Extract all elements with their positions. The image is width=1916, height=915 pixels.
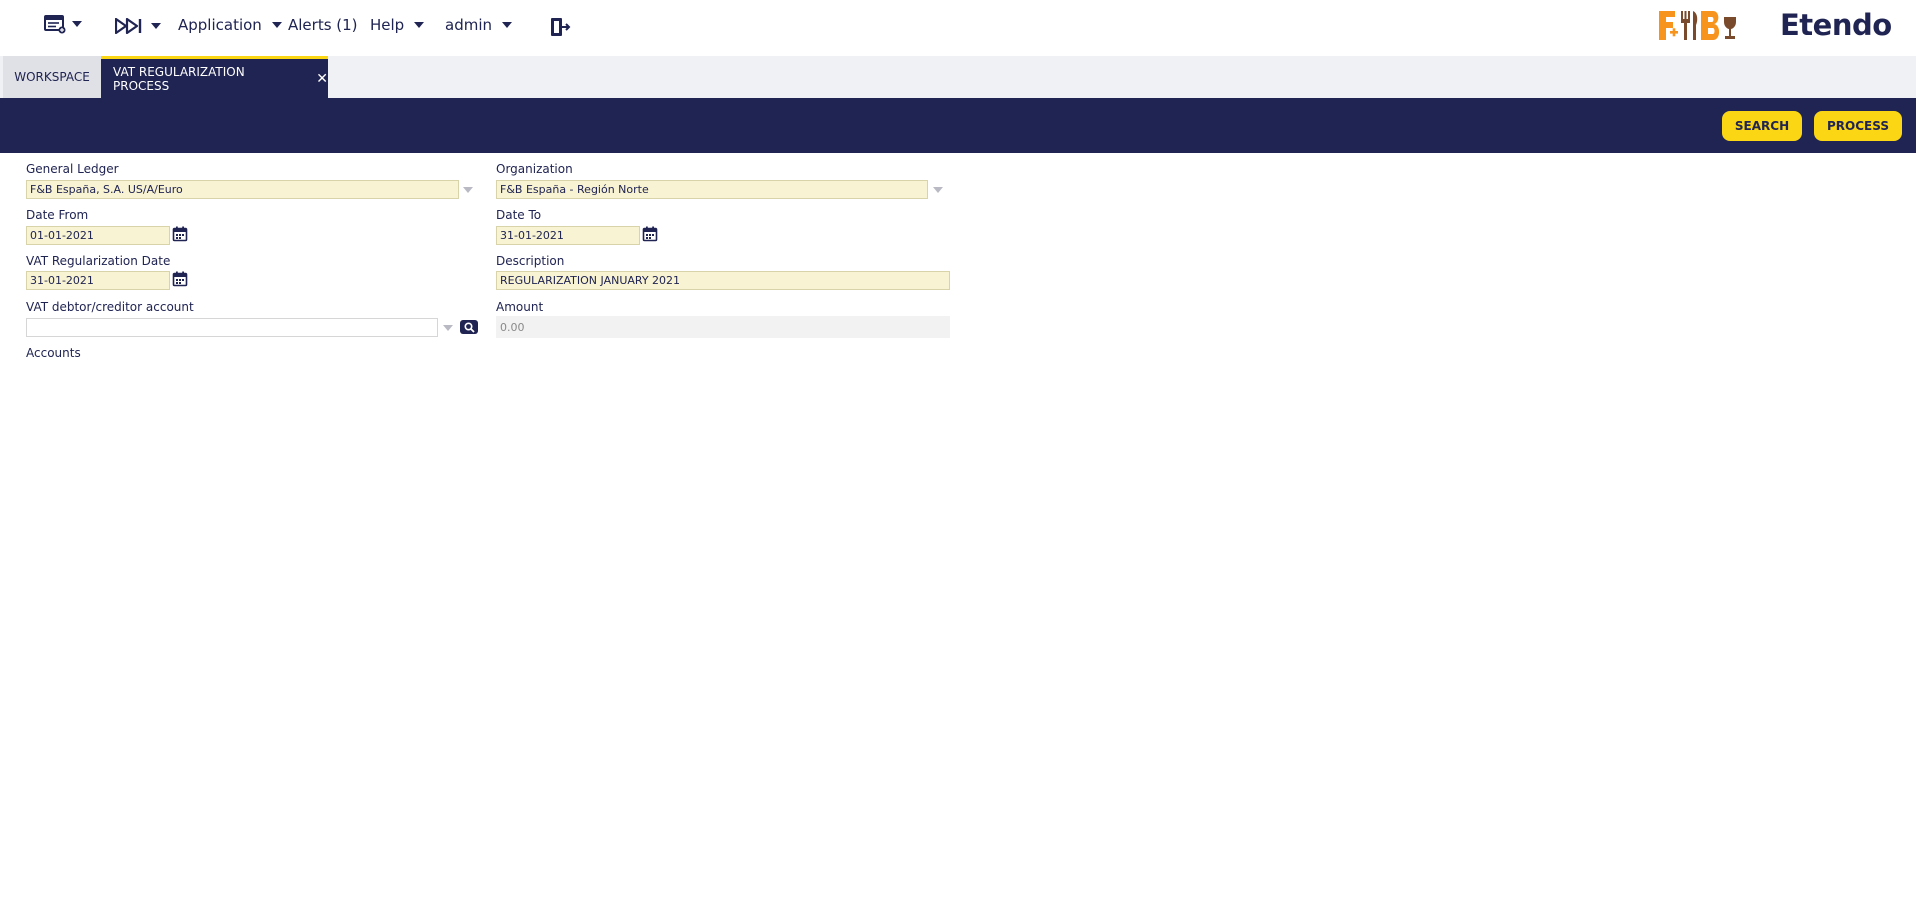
tab-vat-regularization-process[interactable]: VAT REGULARIZATION PROCESS ✕ [101, 56, 328, 98]
chevron-down-icon [271, 22, 282, 28]
date-to-input[interactable]: 31-01-2021 [496, 226, 640, 245]
vat-regularization-date-input[interactable]: 31-01-2021 [26, 271, 170, 290]
calendar-icon[interactable] [172, 226, 188, 242]
process-button[interactable]: PROCESS [1814, 111, 1902, 141]
tab-workspace-label: WORKSPACE [14, 70, 90, 84]
logout-button[interactable] [549, 16, 571, 38]
alerts-label: Alerts (1) [288, 16, 358, 34]
description-label: Description [496, 254, 565, 268]
date-from-label: Date From [26, 208, 89, 222]
amount-label: Amount [496, 300, 544, 314]
description-input[interactable]: REGULARIZATION JANUARY 2021 [496, 271, 950, 290]
chevron-down-icon [72, 21, 82, 27]
recent-views-menu[interactable] [115, 18, 161, 34]
organization-select[interactable]: F&B España - Región Norte [496, 180, 928, 199]
chevron-down-icon[interactable] [463, 187, 473, 193]
help-menu[interactable]: Help [370, 16, 425, 34]
fb-logo [1657, 6, 1741, 44]
chevron-down-icon [151, 23, 161, 29]
calendar-icon[interactable] [642, 226, 658, 242]
vat-account-input[interactable] [26, 318, 438, 337]
chevron-down-icon [502, 22, 512, 28]
quick-launch-menu[interactable] [44, 14, 82, 34]
accounts-label: Accounts [26, 346, 81, 360]
close-icon[interactable]: ✕ [316, 71, 328, 87]
chevron-down-icon[interactable] [933, 187, 943, 193]
logout-icon [551, 18, 571, 36]
general-ledger-select[interactable]: F&B España, S.A. US/A/Euro [26, 180, 459, 199]
search-button[interactable]: SEARCH [1722, 111, 1802, 141]
fb-logo-icon [1659, 11, 1736, 40]
tab-workspace[interactable]: WORKSPACE [3, 56, 101, 98]
account-search-button[interactable] [460, 320, 478, 334]
amount-readonly-field: 0.00 [496, 316, 950, 338]
alerts-link[interactable]: Alerts (1) [288, 16, 358, 34]
vat-account-label: VAT debtor/creditor account [26, 300, 194, 314]
date-to-label: Date To [496, 208, 542, 222]
organization-label: Organization [496, 162, 573, 176]
search-icon [463, 321, 475, 333]
process-toolbar: SEARCH PROCESS [0, 98, 1916, 153]
chevron-down-icon[interactable] [443, 325, 453, 331]
general-ledger-label: General Ledger [26, 162, 119, 176]
application-menu-label: Application [178, 16, 262, 34]
calendar-icon[interactable] [172, 271, 188, 287]
user-menu[interactable]: admin [445, 16, 512, 34]
vat-regularization-date-label: VAT Regularization Date [26, 254, 171, 268]
help-menu-label: Help [370, 16, 405, 34]
user-menu-label: admin [445, 16, 492, 34]
date-from-input[interactable]: 01-01-2021 [26, 226, 170, 245]
tab-active-label: VAT REGULARIZATION PROCESS [113, 64, 245, 93]
top-navigation-bar: Application Alerts (1) Help admin Etendo [0, 0, 1916, 56]
application-menu[interactable]: Application [178, 16, 282, 34]
fast-forward-icon [115, 18, 142, 34]
create-new-icon [44, 15, 66, 34]
tab-strip: WORKSPACE VAT REGULARIZATION PROCESS ✕ [0, 56, 1916, 98]
chevron-down-icon [414, 22, 425, 28]
etendo-logo: Etendo [1780, 8, 1892, 42]
